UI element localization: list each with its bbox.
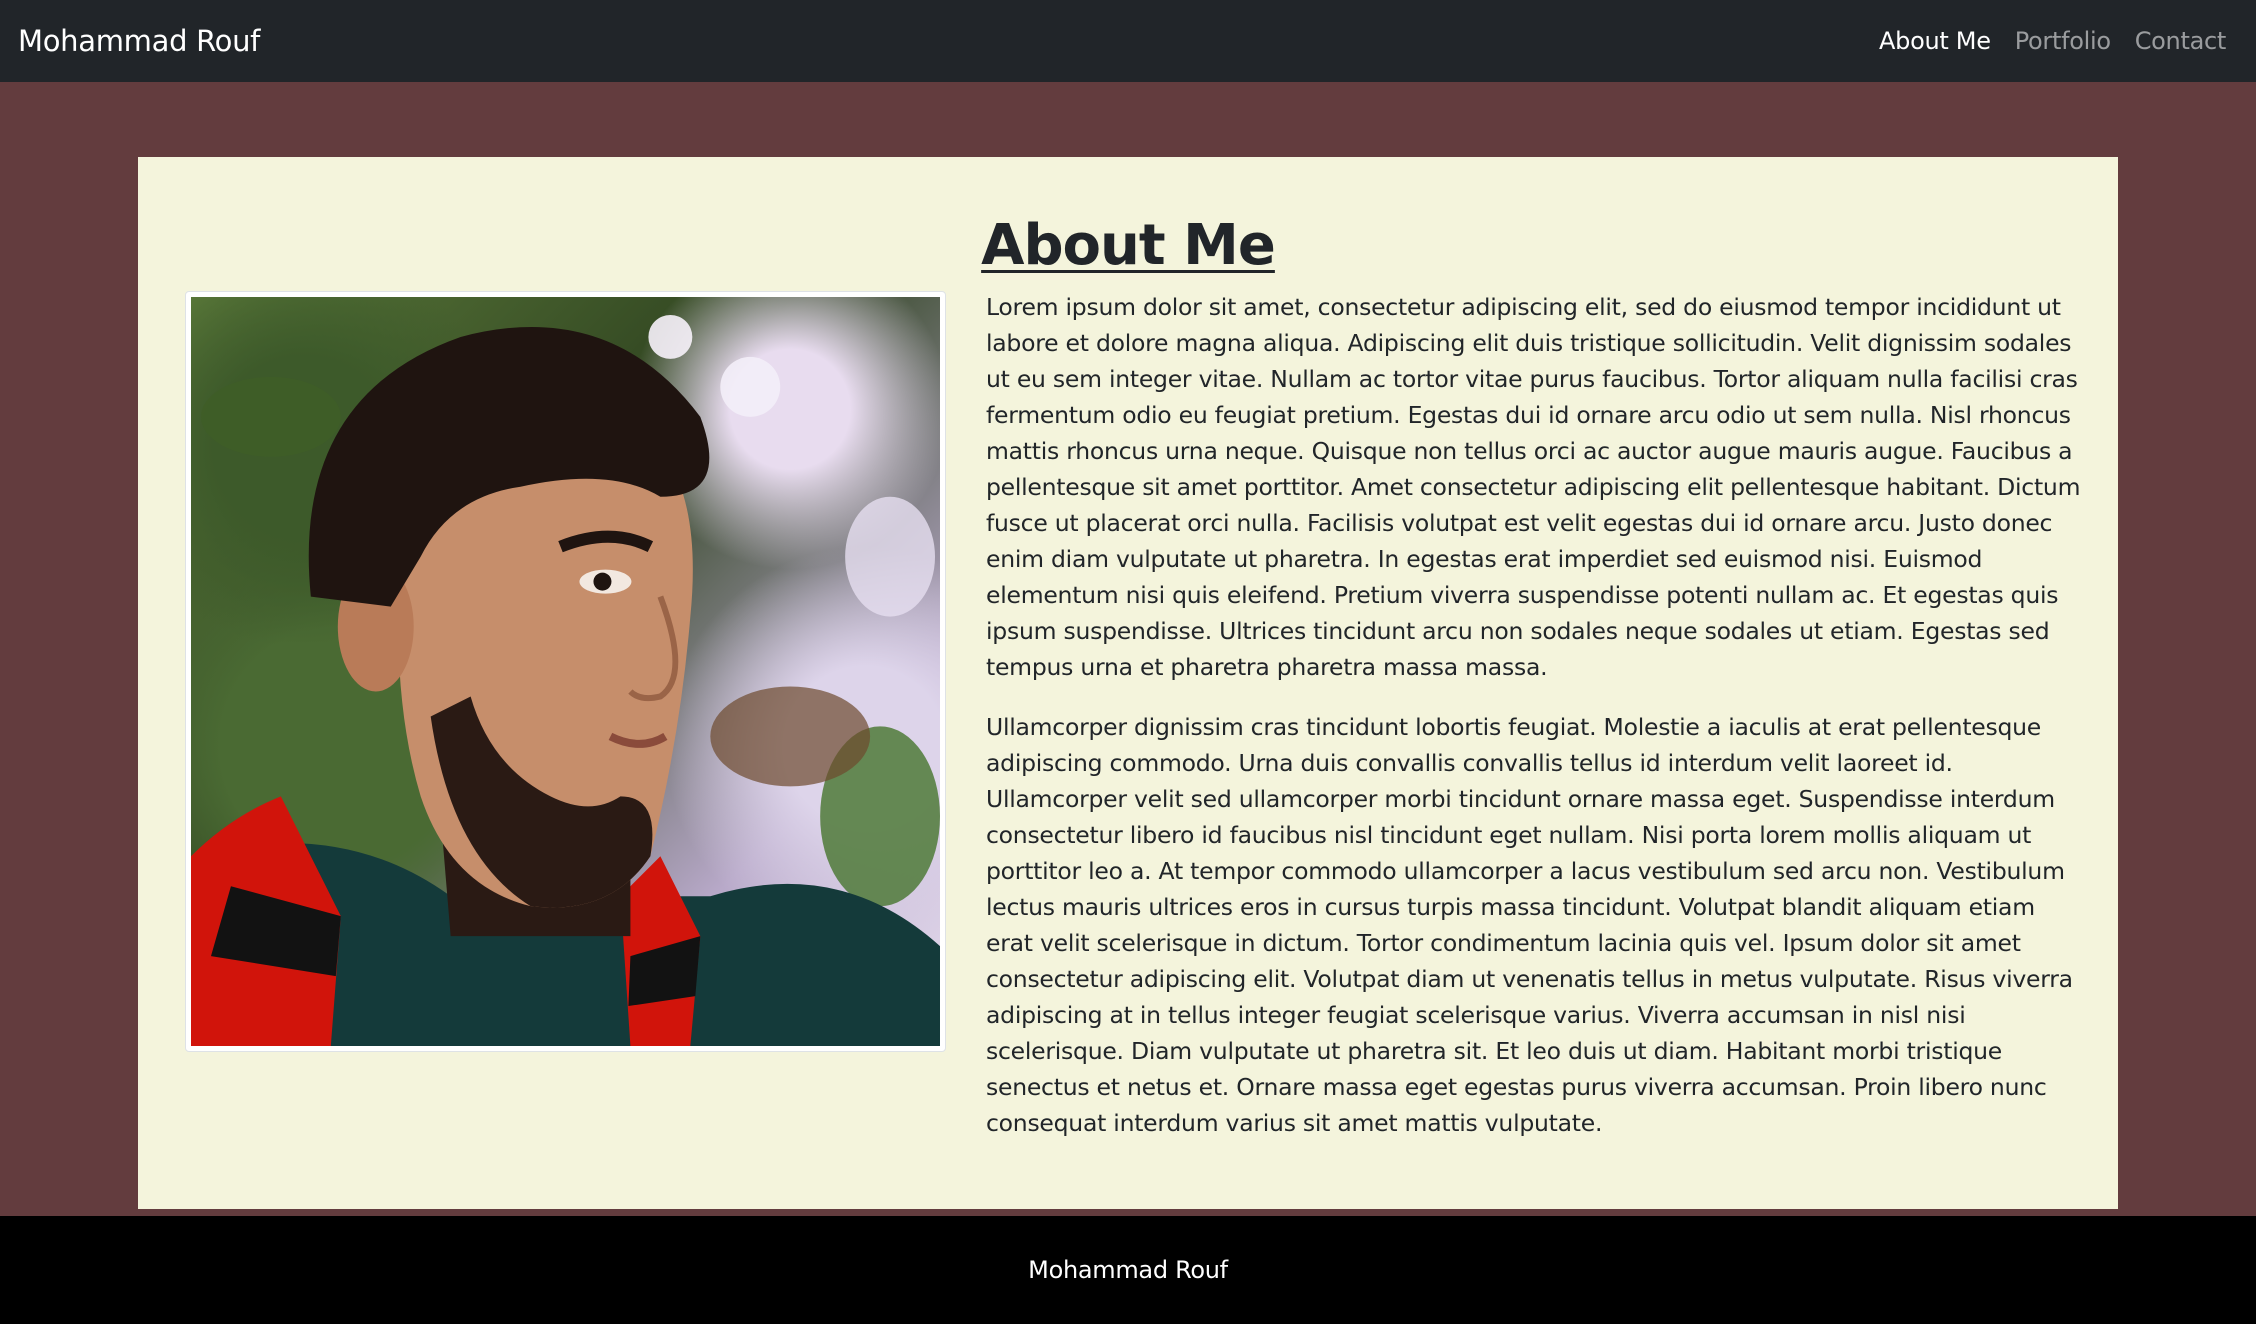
- nav-link-portfolio[interactable]: Portfolio: [2003, 27, 2123, 55]
- portrait-illustration: [191, 314, 940, 1046]
- footer-text: Mohammad Rouf: [1028, 1256, 1228, 1284]
- about-card: About Me Lorem ipsum dolor sit amet, con…: [138, 157, 2118, 1209]
- about-text: Lorem ipsum dolor sit amet, consectetur …: [986, 289, 2086, 1165]
- brand-link[interactable]: Mohammad Rouf: [18, 24, 260, 58]
- nav-links: About Me Portfolio Contact: [1867, 27, 2238, 55]
- nav-link-contact[interactable]: Contact: [2123, 27, 2238, 55]
- about-paragraph-2: Ullamcorper dignissim cras tincidunt lob…: [986, 713, 2073, 1137]
- profile-photo-frame: [185, 291, 946, 1052]
- page-title: About Me: [981, 213, 1276, 278]
- page-footer: Mohammad Rouf: [0, 1216, 2256, 1324]
- nav-link-about-me[interactable]: About Me: [1867, 27, 2003, 55]
- profile-photo: [191, 297, 940, 1046]
- about-paragraph-1: Lorem ipsum dolor sit amet, consectetur …: [986, 293, 2081, 681]
- top-navbar: Mohammad Rouf About Me Portfolio Contact: [0, 0, 2256, 82]
